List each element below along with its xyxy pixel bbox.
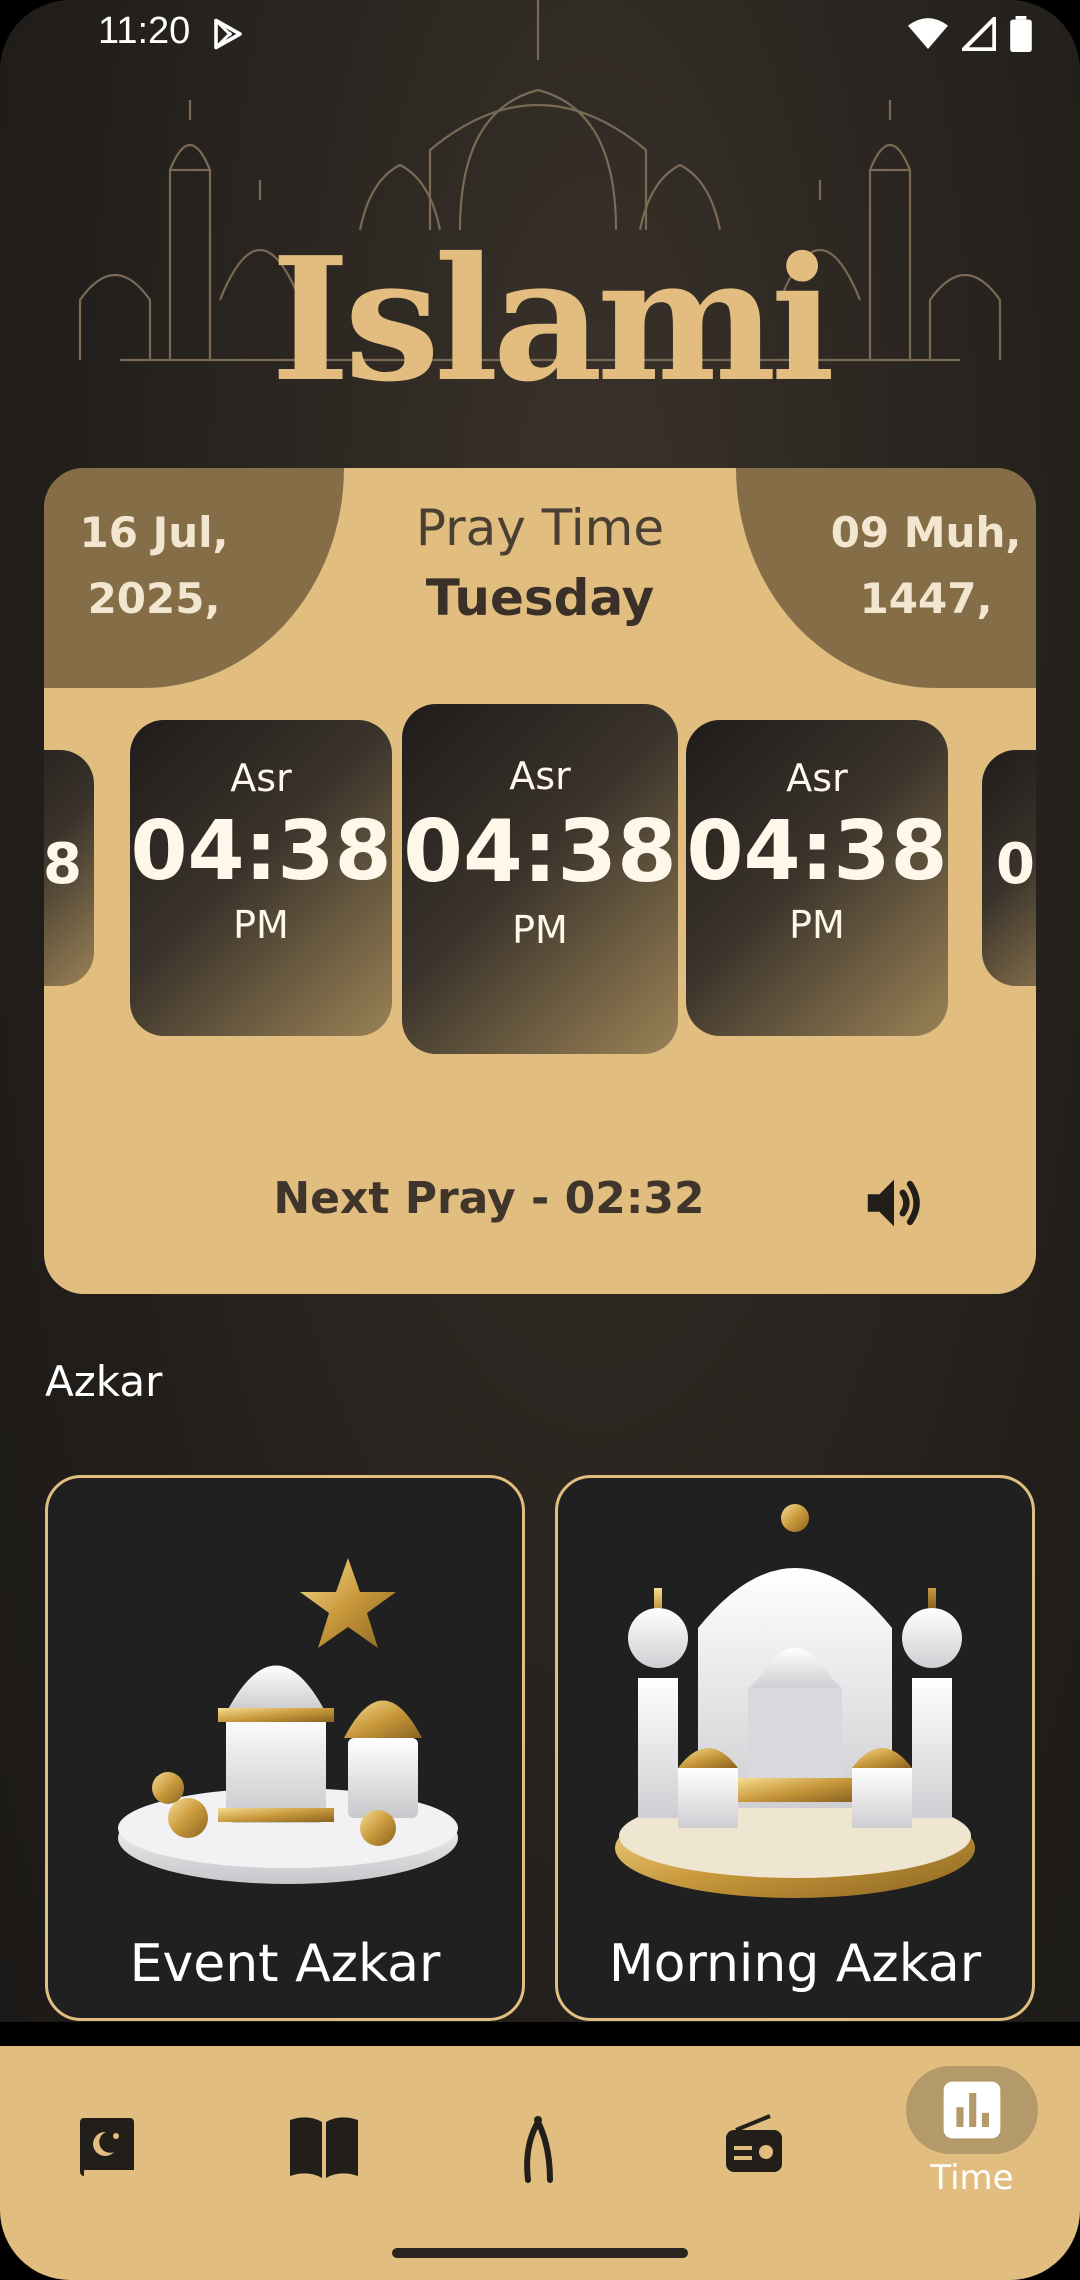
home-indicator[interactable] [392, 2248, 688, 2258]
prayer-name: Asr [509, 754, 571, 798]
radio-icon[interactable] [696, 2086, 816, 2206]
next-pray-countdown: Next Pray - 02:32 [273, 1173, 705, 1224]
logo-text: Islami [270, 220, 835, 420]
prayer-time: 04:38 [686, 804, 948, 899]
prayer-time-tile[interactable]: Asr 04:38 PM [686, 720, 948, 1036]
prayer-time-tile[interactable]: 8 [44, 750, 94, 986]
mosque-model-illustration [615, 1504, 975, 1898]
prayer-times-carousel[interactable]: 8 Asr 04:38 PM Asr 04:38 PM Asr 04:38 PM… [44, 704, 1036, 1080]
weekday-label: Tuesday [425, 569, 655, 627]
prayer-time-tile[interactable]: Asr 04:38 PM [130, 720, 392, 1036]
book-icon[interactable] [264, 2086, 384, 2206]
prayer-name: Asr [786, 756, 848, 800]
prayer-time-tile[interactable]: 0 [982, 750, 1036, 986]
hijri-date-panel: 09 Muh, 1447, [736, 468, 1036, 688]
prayer-name: Asr [230, 756, 292, 800]
nav-time-label: Time [930, 2158, 1014, 2198]
prayer-time-tile-current[interactable]: Asr 04:38 PM [402, 704, 678, 1054]
prayer-ampm: PM [233, 903, 289, 947]
volume-icon[interactable] [859, 1168, 929, 1238]
app-logo: Islami [250, 210, 850, 430]
morning-azkar-label: Morning Azkar [608, 1934, 982, 1994]
prayer-ampm: PM [512, 908, 568, 952]
divider [0, 2022, 1080, 2046]
event-azkar-card[interactable]: Event Azkar [45, 1475, 525, 2021]
prayer-ampm: PM [789, 903, 845, 947]
prayer-time: 04:38 [130, 804, 392, 899]
azkar-section-title: Azkar [45, 1357, 163, 1406]
pray-time-title: Pray Time [415, 499, 665, 557]
hijri-date: 09 Muh, 1447, [816, 500, 1036, 632]
gregorian-date-text: 16 Jul, 2025, [79, 508, 229, 623]
morning-azkar-card[interactable]: Morning Azkar [555, 1475, 1035, 2021]
prayer-time: 04:38 [403, 802, 677, 902]
bottom-navigation: Time [0, 2046, 1080, 2280]
gregorian-date-panel: 16 Jul, 2025, [44, 468, 344, 688]
prayer-time: 8 [44, 832, 82, 897]
crescent-lantern-illustration [92, 1518, 458, 1884]
time-icon [943, 2081, 1001, 2139]
quran-icon[interactable] [48, 2086, 168, 2206]
event-azkar-label: Event Azkar [129, 1934, 441, 1994]
sebha-icon[interactable] [480, 2086, 600, 2206]
app-screen: 11:20 Islami 16 Jul, 2025, 09 Muh, 1447,… [0, 0, 1080, 2280]
hijri-date-text: 09 Muh, 1447, [830, 508, 1022, 623]
prayer-time: 0 [996, 832, 1035, 897]
gregorian-date: 16 Jul, 2025, [44, 500, 264, 632]
pray-time-card: 16 Jul, 2025, 09 Muh, 1447, Pray Time Tu… [44, 468, 1036, 1294]
